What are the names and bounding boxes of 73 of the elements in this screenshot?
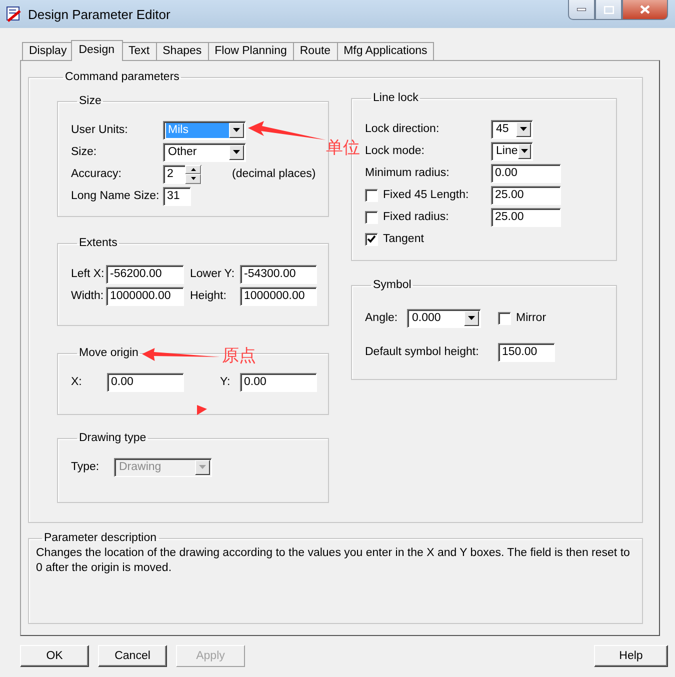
checkbox-label: Tangent xyxy=(383,233,425,245)
field-label: Y: xyxy=(220,376,232,388)
tab[interactable]: Display xyxy=(22,42,74,60)
dropdown-arrow-icon xyxy=(520,127,527,131)
field-label: Height: xyxy=(190,290,228,302)
field-label: X: xyxy=(71,376,83,388)
dropdown[interactable]: 45 xyxy=(491,120,533,138)
input-field[interactable]: 0.00 xyxy=(491,164,561,182)
dialog-button[interactable]: OK xyxy=(20,645,89,667)
dialog-button[interactable]: Cancel xyxy=(98,645,167,667)
group-title: Line lock xyxy=(372,92,420,104)
input-field[interactable]: 150.00 xyxy=(498,342,555,362)
input-field[interactable]: 0.00 xyxy=(240,372,317,392)
dropdown[interactable]: Line xyxy=(491,142,533,160)
checkbox-label: Fixed 45 Length: xyxy=(383,189,470,201)
field-label: User Units: xyxy=(71,124,129,136)
field-label: Angle: xyxy=(365,312,399,324)
input-field[interactable]: -54300.00 xyxy=(240,264,317,284)
input-field[interactable]: -56200.00 xyxy=(106,264,184,284)
field-label: Minimum radius: xyxy=(365,167,450,179)
field-label: Lower Y: xyxy=(190,268,236,280)
field-label: Type: xyxy=(71,461,100,473)
annotation-text: 单位 xyxy=(326,137,360,159)
input-field[interactable]: 0.00 xyxy=(107,372,184,392)
field-label: Default symbol height: xyxy=(365,346,480,358)
input-field[interactable]: 31 xyxy=(163,186,191,206)
input-field[interactable]: 25.00 xyxy=(491,208,561,226)
dropdown-arrow-icon xyxy=(199,465,206,469)
input-field[interactable]: 1000000.00 xyxy=(240,286,317,306)
size-dropdown[interactable]: Other xyxy=(163,142,246,162)
input-field[interactable]: 1000000.00 xyxy=(106,286,184,306)
description-text: Changes the location of the drawing according to the values you enter in the X and Y boxes. The field is then reset to 0 after the origin is moved. xyxy=(36,546,631,576)
checkbox[interactable] xyxy=(498,312,511,324)
field-label: Lock mode: xyxy=(365,145,426,157)
tab[interactable]: Design xyxy=(70,40,123,61)
minimize-icon xyxy=(577,8,586,11)
group-title: Size xyxy=(78,95,102,107)
marker-icon xyxy=(197,405,207,415)
dropdown-arrow-icon xyxy=(520,149,528,153)
group-title: Drawing type xyxy=(78,432,148,444)
checkbox-label: Fixed radius: xyxy=(383,211,450,223)
angle-dropdown[interactable]: 0.000 xyxy=(407,308,481,328)
group-title: Extents xyxy=(78,237,118,249)
dropdown-arrow-icon xyxy=(233,128,240,132)
checkbox[interactable] xyxy=(365,210,378,224)
input-field[interactable]: 25.00 xyxy=(491,186,561,204)
maximize-button[interactable] xyxy=(595,0,622,20)
app-icon xyxy=(6,6,22,22)
minimize-button[interactable] xyxy=(568,0,595,20)
accuracy-spinner[interactable]: 2 xyxy=(163,164,202,184)
field-label: Left X: xyxy=(71,268,106,280)
checkbox[interactable] xyxy=(365,188,378,202)
dropdown-arrow-icon xyxy=(468,316,475,320)
field-label: Width: xyxy=(71,290,105,302)
checkbox-label: Mirror xyxy=(516,312,548,324)
field-label: Long Name Size: xyxy=(71,190,160,202)
close-button[interactable] xyxy=(622,0,668,20)
field-label: Size: xyxy=(71,146,98,158)
field-label: Lock direction: xyxy=(365,123,440,135)
hint-text: (decimal places) xyxy=(232,168,316,180)
close-icon xyxy=(640,5,650,14)
group-title: Command parameters xyxy=(64,71,180,83)
window-title: Design Parameter Editor xyxy=(28,6,170,22)
annotation-text: 原点 xyxy=(222,345,256,367)
tab[interactable]: Mfg Applications xyxy=(336,42,434,60)
maximize-icon xyxy=(604,6,614,14)
dialog-button[interactable]: Help xyxy=(594,645,668,667)
group-title: Symbol xyxy=(372,279,412,291)
dropdown-arrow-icon xyxy=(233,150,240,154)
group-title: Parameter description xyxy=(43,532,158,544)
checkbox[interactable] xyxy=(365,232,378,246)
field-label: Accuracy: xyxy=(71,168,122,180)
group-title: Move origin xyxy=(78,347,140,359)
